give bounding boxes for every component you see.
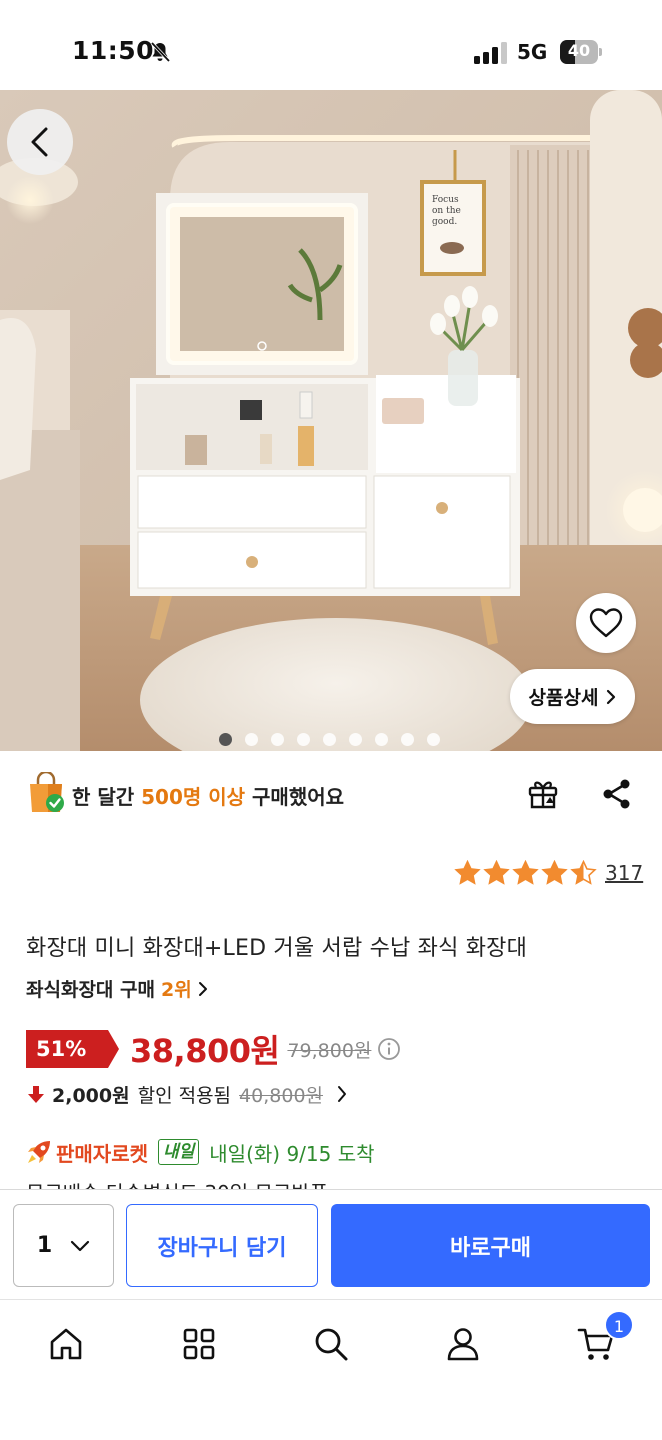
product-title: 화장대 미니 화장대+LED 거울 서랍 수납 좌식 화장대 — [26, 936, 528, 961]
tab-home[interactable] — [44, 1322, 88, 1366]
add-to-cart-button[interactable]: 장바구니 담기 — [126, 1204, 318, 1287]
buy-now-button[interactable]: 바로구매 — [331, 1204, 650, 1287]
tab-search[interactable] — [309, 1322, 353, 1366]
rank-category: 좌식화장대 구매 — [26, 979, 155, 1001]
carousel-dot[interactable] — [401, 733, 414, 746]
carousel-dot[interactable] — [219, 733, 232, 746]
rank-number: 2위 — [160, 979, 192, 1001]
arrow-down-icon — [28, 1086, 44, 1103]
tomorrow-badge: 내일 — [158, 1139, 200, 1165]
tab-category[interactable] — [177, 1322, 221, 1366]
chevron-down-icon — [71, 1240, 90, 1251]
share-icon[interactable] — [600, 778, 632, 810]
price-row: 51% 38,800원 79,800원 — [26, 1028, 401, 1070]
shopping-bag-check-icon — [30, 772, 64, 812]
delivery-row: 판매자로켓 내일 내일(화) 9/15 도착 — [26, 1135, 375, 1169]
network-label: 5G — [517, 40, 548, 64]
carousel-dot[interactable] — [323, 733, 336, 746]
coupon-amount: 2,000원 — [52, 1084, 130, 1107]
status-bar: 11:50 5G 40 — [0, 0, 662, 90]
discount-badge: 51% — [26, 1030, 119, 1068]
back-arrow-icon — [31, 127, 48, 157]
home-indicator — [221, 1425, 441, 1431]
info-icon[interactable] — [377, 1037, 401, 1061]
star-icon — [570, 860, 597, 885]
svg-text:good.: good. — [432, 217, 457, 227]
star-rating — [454, 860, 597, 885]
coupon-label: 할인 적용됨 — [137, 1084, 232, 1107]
product-detail-label: 상품상세 — [528, 687, 599, 709]
rocket-icon — [28, 1141, 50, 1163]
back-button[interactable] — [7, 109, 73, 175]
bottom-tab-bar: 1 — [0, 1299, 662, 1440]
gift-icon[interactable] — [526, 776, 560, 810]
cart-count-badge: 1 — [604, 1310, 634, 1340]
quantity-select[interactable]: 1 — [13, 1204, 114, 1287]
tab-my[interactable] — [441, 1322, 485, 1366]
my-icon — [447, 1328, 479, 1361]
chevron-right-icon — [607, 689, 616, 704]
product-detail-button[interactable]: 상품상세 — [510, 669, 635, 724]
star-icon — [541, 860, 568, 885]
category-icon — [183, 1328, 215, 1360]
purchase-highlight: 500명 이상 — [141, 785, 246, 809]
home-icon — [50, 1328, 82, 1360]
carousel-dot[interactable] — [375, 733, 388, 746]
carousel-dot[interactable] — [271, 733, 284, 746]
purchase-suffix: 구매했어요 — [245, 785, 345, 809]
chevron-right-icon — [198, 981, 207, 996]
carousel-dot[interactable] — [245, 733, 258, 746]
rating-row[interactable]: 317 — [454, 860, 643, 885]
battery-indicator: 40 — [560, 40, 602, 64]
arrival-text: 내일(화) 9/15 도착 — [209, 1141, 375, 1166]
review-count-link[interactable]: 317 — [605, 861, 643, 885]
heart-icon — [589, 608, 623, 638]
category-rank-link[interactable]: 좌식화장대 구매 2위 — [26, 975, 208, 1002]
search-icon — [315, 1328, 348, 1361]
carousel-indicator — [219, 733, 440, 746]
shipping-info-row: 무료배송 단순변심도 30일 무료반품 — [26, 1176, 636, 1190]
chevron-right-icon — [338, 1086, 347, 1102]
bell-slash-icon — [150, 41, 171, 63]
purchase-count-text: 한 달간 500명 이상 구매했어요 — [72, 781, 344, 810]
svg-text:Focus: Focus — [432, 195, 459, 205]
product-image-carousel[interactable]: Focus on the good. 상품상세 — [0, 90, 662, 751]
original-price: 79,800원 — [287, 1039, 372, 1062]
quantity-value: 1 — [36, 1233, 53, 1258]
signal-icon — [474, 42, 507, 64]
purchase-prefix: 한 달간 — [72, 785, 142, 809]
battery-text: 40 — [567, 41, 591, 60]
carousel-dot[interactable] — [297, 733, 310, 746]
product-photo: Focus on the good. — [0, 90, 662, 751]
star-icon — [454, 860, 481, 885]
carousel-dot[interactable] — [349, 733, 362, 746]
star-icon — [512, 860, 539, 885]
purchase-count-row: 한 달간 500명 이상 구매했어요 — [26, 772, 636, 816]
rocket-label: 판매자로켓 — [56, 1141, 148, 1166]
purchase-action-bar: 1 장바구니 담기 바로구매 — [0, 1189, 662, 1299]
coupon-row[interactable]: 2,000원 할인 적용됨 40,800원 — [26, 1078, 347, 1110]
sale-price: 38,800원 — [130, 1032, 280, 1070]
status-time: 11:50 — [72, 36, 155, 65]
star-icon — [483, 860, 510, 885]
coupon-before-price: 40,800원 — [239, 1084, 324, 1107]
wishlist-button[interactable] — [576, 593, 636, 653]
carousel-dot[interactable] — [427, 733, 440, 746]
svg-text:on the: on the — [432, 206, 461, 216]
